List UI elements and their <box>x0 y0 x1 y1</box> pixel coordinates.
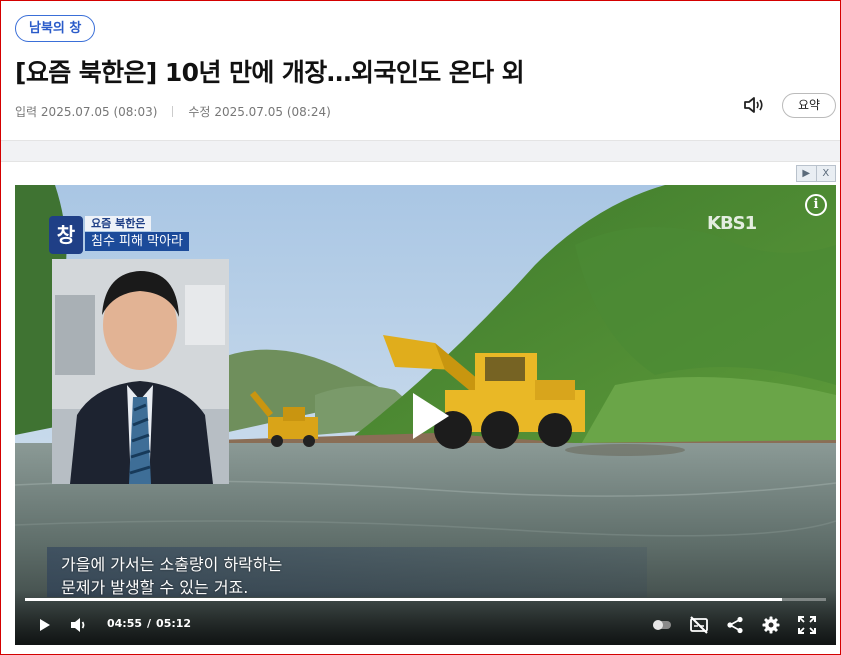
published-label: 입력 <box>15 105 38 119</box>
ad-play-icon[interactable]: ▶ <box>797 166 816 181</box>
section-badge[interactable]: 남북의 창 <box>15 15 96 42</box>
article-meta: 입력 2025.07.05 (08:03) 수정 2025.07.05 (08:… <box>15 103 331 120</box>
subtitle-line-1: 가을에 가서는 소출량이 하락하는 <box>61 555 283 574</box>
duration: 05:12 <box>156 617 192 630</box>
current-time: 04:55 <box>107 617 143 630</box>
video-player[interactable]: KBS1 i 창 요즘 북한은 침수 피해 막아라 가을에 가서는 소출량이 하… <box>15 185 836 645</box>
ad-choices[interactable]: ▶ X <box>796 165 836 182</box>
autoplay-toggle-icon[interactable] <box>652 616 672 634</box>
play-icon[interactable] <box>411 391 451 441</box>
speaker-icon[interactable] <box>743 95 767 115</box>
gear-icon[interactable] <box>761 616 781 634</box>
captions-off-icon[interactable] <box>689 616 709 634</box>
ad-close-icon[interactable]: X <box>815 166 836 181</box>
modified-label: 수정 <box>188 105 211 119</box>
meta-divider <box>172 106 174 117</box>
play-icon[interactable] <box>37 616 53 634</box>
ad-separator-band <box>1 140 840 162</box>
player-controls: 04:55/05:12 <box>15 590 836 645</box>
segment-title: 침수 피해 막아라 <box>85 232 189 251</box>
progress-fill <box>25 598 782 601</box>
share-icon[interactable] <box>725 616 745 634</box>
channel-logo: KBS1 <box>707 213 757 234</box>
program-logo: 창 <box>49 216 83 254</box>
fullscreen-icon[interactable] <box>797 616 817 634</box>
volume-icon[interactable] <box>69 616 89 634</box>
published-time: 2025.07.05 (08:03) <box>40 104 158 119</box>
article-title: [요즘 북한은] 10년 만에 개장…외국인도 온다 외 <box>15 58 525 87</box>
segment-tag: 요즘 북한은 <box>85 216 152 231</box>
info-icon[interactable]: i <box>805 194 827 216</box>
modified-time: 2025.07.05 (08:24) <box>214 104 331 119</box>
progress-bar[interactable] <box>25 598 826 601</box>
time-display: 04:55/05:12 <box>107 617 192 630</box>
summary-button[interactable]: 요약 <box>782 93 836 118</box>
